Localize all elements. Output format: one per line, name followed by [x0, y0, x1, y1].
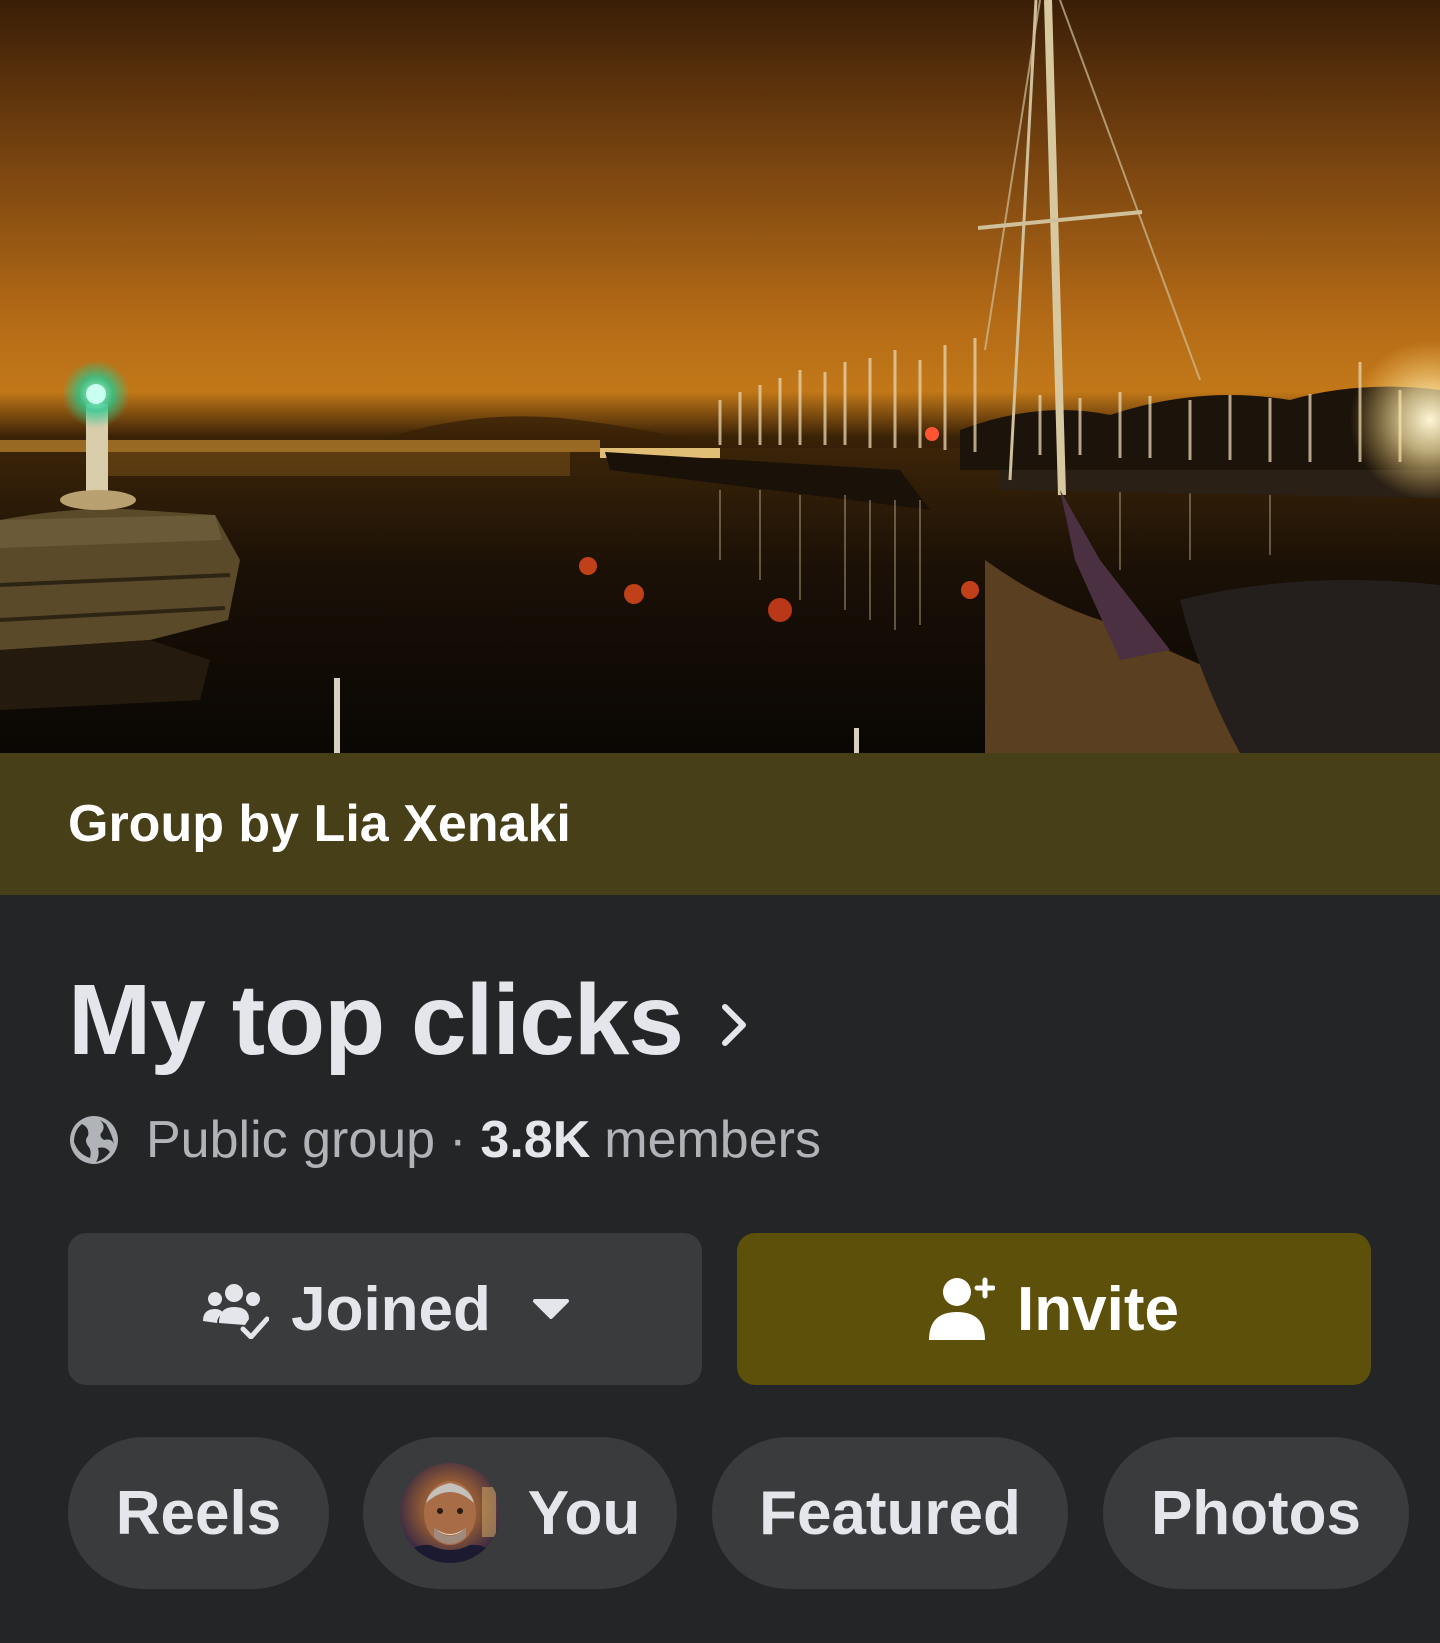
avatar — [399, 1463, 500, 1563]
tab-photos-label: Photos — [1150, 1478, 1362, 1548]
tab-you-label: You — [527, 1478, 641, 1548]
member-count[interactable]: 3.8K — [480, 1110, 590, 1170]
tab-featured-label: Featured — [759, 1478, 1021, 1548]
group-title[interactable]: My top clicks — [68, 960, 684, 1080]
member-label[interactable]: members — [604, 1110, 821, 1170]
person-add-icon — [929, 1274, 996, 1344]
tab-photos[interactable]: Photos — [1103, 1437, 1409, 1589]
meta-separator: · — [449, 1111, 467, 1169]
group-title-row[interactable]: My top clicks — [68, 960, 749, 1080]
invite-label: Invite — [1017, 1274, 1179, 1344]
globe-icon — [68, 1114, 120, 1166]
cover-photo[interactable] — [0, 0, 1440, 753]
tab-featured[interactable]: Featured — [712, 1437, 1068, 1589]
privacy-label: Public group — [146, 1111, 436, 1169]
cover-photo-scene — [0, 0, 1440, 753]
group-owner-text[interactable]: Group by Lia Xenaki — [68, 792, 571, 856]
joined-label: Joined — [291, 1274, 491, 1344]
joined-button[interactable]: Joined — [68, 1233, 702, 1385]
group-joined-icon — [199, 1279, 270, 1339]
caret-down-icon — [531, 1297, 571, 1321]
tab-reels-label: Reels — [115, 1478, 282, 1548]
group-meta: Public group · 3.8K members — [68, 1105, 821, 1175]
tab-you[interactable]: You — [363, 1437, 677, 1589]
tab-reels[interactable]: Reels — [68, 1437, 329, 1589]
chevron-right-icon[interactable] — [719, 1001, 749, 1054]
invite-button[interactable]: Invite — [737, 1233, 1371, 1385]
